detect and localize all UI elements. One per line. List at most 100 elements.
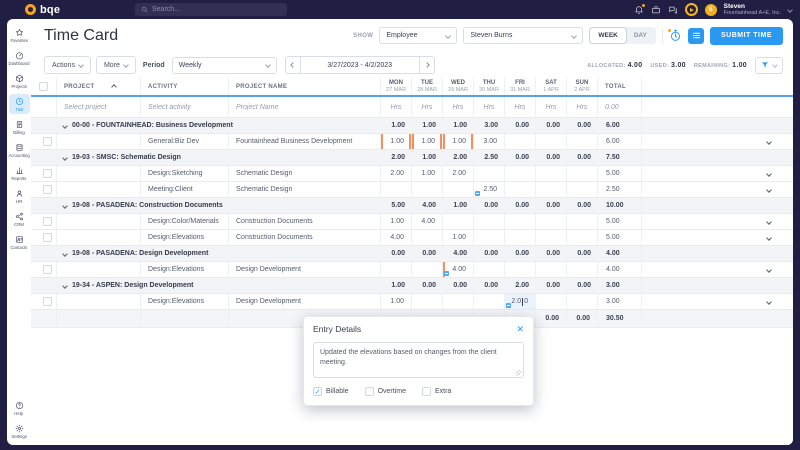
day-cell[interactable] [505,134,536,149]
show-select[interactable]: Employee [379,27,457,44]
avatar[interactable]: S [705,4,717,16]
group-label[interactable]: 00-00 - FOUNTAINHEAD: Business Developme… [57,118,381,133]
day-cell[interactable] [536,294,567,309]
day-cell[interactable] [567,262,598,277]
day-cell[interactable]: 1.00 [381,134,412,149]
group-label[interactable]: 19-34 - ASPEN: Design Development [57,278,381,293]
notifications-bell-icon[interactable] [634,5,644,15]
bqe-logo[interactable]: bqe [25,4,60,16]
flag-checkbox-extra[interactable]: Extra [422,387,451,396]
row-checkbox[interactable] [43,169,52,178]
group-label[interactable]: 19-08 - PASADENA: Construction Documents [57,198,381,213]
column-header-project-name[interactable]: PROJECT NAME [229,78,381,95]
chevron-down-icon[interactable] [62,251,68,257]
note-icon[interactable] [475,191,480,196]
row-checkbox[interactable] [43,265,52,274]
row-checkbox[interactable] [43,217,52,226]
day-cell[interactable]: 1.00 [443,134,474,149]
sidebar-item-help[interactable]: Help [9,398,30,418]
sidebar-item-contacts[interactable]: Contacts [9,232,30,252]
chevron-down-icon[interactable] [62,155,68,161]
flag-checkbox-overtime[interactable]: Overtime [365,387,406,396]
row-expand-chevron-icon[interactable] [766,187,772,193]
day-cell[interactable] [474,262,505,277]
sidebar-item-crm[interactable]: CRM [9,209,30,229]
day-cell[interactable] [412,262,443,277]
hours-input-placeholder[interactable]: Hrs [505,97,536,117]
day-cell[interactable] [474,166,505,181]
chat-icon[interactable] [668,5,678,15]
day-cell[interactable] [536,214,567,229]
day-cell[interactable]: 2.00 [443,166,474,181]
column-header-day[interactable]: MON27 MAR [381,78,412,95]
day-cell[interactable] [443,182,474,197]
sidebar-item-hr[interactable]: HR [9,186,30,206]
day-cell[interactable] [567,214,598,229]
day-cell[interactable] [412,182,443,197]
day-cell[interactable] [536,182,567,197]
date-range[interactable]: 3/27/2023 - 4/2/2023 [301,56,419,74]
checkbox-checked-icon[interactable]: ✓ [313,387,322,396]
entry-list-button[interactable] [688,28,704,44]
user-menu[interactable]: Steven Fountainhead A+E, Inc. [724,3,781,17]
sidebar-item-dashboard[interactable]: Dashboard [9,48,30,68]
row-checkbox[interactable] [43,185,52,194]
day-cell[interactable] [505,182,536,197]
row-checkbox[interactable] [43,297,52,306]
day-cell[interactable] [412,294,443,309]
day-cell[interactable] [412,230,443,245]
row-expand-chevron-icon[interactable] [766,235,772,241]
hours-input-placeholder[interactable]: Hrs [474,97,505,117]
day-cell[interactable] [536,166,567,181]
day-cell[interactable] [536,262,567,277]
hours-input-placeholder[interactable]: Hrs [536,97,567,117]
day-cell[interactable]: 1.00 [412,134,443,149]
group-label[interactable]: 19-03 - SMSC: Schematic Design [57,150,381,165]
day-toggle-button[interactable]: DAY [626,28,655,43]
day-cell[interactable]: 1.00 [381,294,412,309]
column-header-activity[interactable]: ACTIVITY [141,78,229,95]
sidebar-item-billing[interactable]: Billing [9,117,30,137]
hours-input-placeholder[interactable]: Hrs [567,97,598,117]
day-cell[interactable] [443,214,474,229]
column-header-project[interactable]: PROJECT [57,78,141,95]
more-button[interactable]: More [96,56,136,74]
active-day-cell[interactable]: 2.00 [505,294,536,309]
activity-select-placeholder[interactable]: Select activity [141,97,229,117]
entry-note-textarea[interactable]: Updated the elevations based on changes … [313,342,524,378]
note-icon[interactable] [506,303,511,308]
day-cell[interactable] [505,214,536,229]
user-menu-chevron-icon[interactable] [787,7,793,13]
day-cell[interactable] [505,166,536,181]
day-cell[interactable] [567,294,598,309]
select-all-checkbox[interactable] [39,82,48,91]
day-cell[interactable] [505,262,536,277]
day-cell[interactable]: 4.00 [412,214,443,229]
day-cell[interactable]: 2.50 [474,182,505,197]
day-cell[interactable]: 1.00 [412,166,443,181]
day-cell[interactable] [536,230,567,245]
day-cell[interactable]: 1.00 [381,214,412,229]
sidebar-item-reports[interactable]: Reports [9,163,30,183]
sidebar-item-projects[interactable]: Projects [9,71,30,91]
sidebar-item-settings[interactable]: Settings [9,421,30,441]
day-cell[interactable]: 4.00 [443,262,474,277]
day-cell[interactable] [381,182,412,197]
search-input[interactable]: Search... [135,3,287,16]
note-icon[interactable] [444,271,449,276]
project-select-placeholder[interactable]: Select project [57,97,141,117]
sidebar-item-te[interactable]: T&E [9,94,30,114]
column-header-day[interactable]: WED29 MAR [443,78,474,95]
column-header-day[interactable]: THU30 MAR [474,78,505,95]
day-cell[interactable] [381,262,412,277]
checkbox-unchecked-icon[interactable] [365,387,374,396]
row-expand-chevron-icon[interactable] [766,267,772,273]
hours-input-placeholder[interactable]: Hrs [412,97,443,117]
column-header-day[interactable]: SUN2 APR [567,78,598,95]
row-checkbox[interactable] [43,137,52,146]
stopwatch-icon[interactable] [669,29,682,42]
checkbox-unchecked-icon[interactable] [422,387,431,396]
sidebar-item-accounting[interactable]: Accounting [9,140,30,160]
timer-play-icon[interactable] [685,3,698,16]
close-icon[interactable]: ✕ [516,325,524,334]
